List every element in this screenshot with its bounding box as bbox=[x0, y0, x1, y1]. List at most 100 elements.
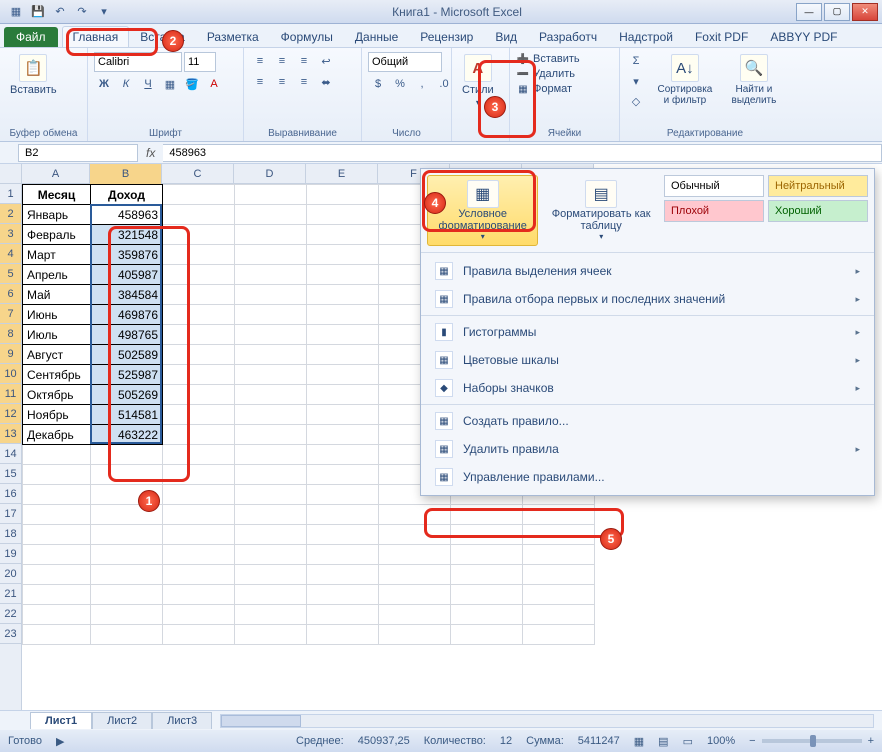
conditional-formatting-button[interactable]: ▦ Условное форматирование▾ bbox=[427, 175, 538, 246]
cell-F19[interactable] bbox=[379, 545, 451, 565]
cell-A17[interactable] bbox=[23, 505, 91, 525]
cell-D18[interactable] bbox=[235, 525, 307, 545]
cell-H18[interactable] bbox=[523, 525, 595, 545]
cell-B11[interactable]: 505269 bbox=[91, 385, 163, 405]
cell-C22[interactable] bbox=[163, 605, 235, 625]
undo-icon[interactable]: ↶ bbox=[52, 4, 68, 20]
cell-C13[interactable] bbox=[163, 425, 235, 445]
clear-button[interactable]: ◇ bbox=[626, 92, 646, 110]
menu-topbottom-rules[interactable]: ▦Правила отбора первых и последних значе… bbox=[421, 285, 874, 313]
cell-A18[interactable] bbox=[23, 525, 91, 545]
align-bot-button[interactable]: ≡ bbox=[294, 52, 314, 70]
tab-addins[interactable]: Надстрой bbox=[608, 26, 684, 47]
number-format-select[interactable] bbox=[368, 52, 442, 72]
row-header-12[interactable]: 12 bbox=[0, 404, 21, 424]
cell-A21[interactable] bbox=[23, 585, 91, 605]
cell-D19[interactable] bbox=[235, 545, 307, 565]
cell-E21[interactable] bbox=[307, 585, 379, 605]
cell-H21[interactable] bbox=[523, 585, 595, 605]
cell-E6[interactable] bbox=[307, 285, 379, 305]
cell-G19[interactable] bbox=[451, 545, 523, 565]
cell-D5[interactable] bbox=[235, 265, 307, 285]
tab-developer[interactable]: Разработч bbox=[528, 26, 608, 47]
row-header-17[interactable]: 17 bbox=[0, 504, 21, 524]
cell-A20[interactable] bbox=[23, 565, 91, 585]
cell-A2[interactable]: Январь bbox=[23, 205, 91, 225]
cell-G21[interactable] bbox=[451, 585, 523, 605]
cell-C5[interactable] bbox=[163, 265, 235, 285]
col-header-c[interactable]: C bbox=[162, 164, 234, 184]
cell-D9[interactable] bbox=[235, 345, 307, 365]
align-mid-button[interactable]: ≡ bbox=[272, 52, 292, 70]
zoom-slider[interactable]: −+ bbox=[749, 735, 874, 747]
menu-highlight-rules[interactable]: ▦Правила выделения ячеек▸ bbox=[421, 257, 874, 285]
horizontal-scrollbar[interactable] bbox=[220, 714, 874, 728]
cell-A1[interactable]: Месяц bbox=[23, 185, 91, 205]
cell-D15[interactable] bbox=[235, 465, 307, 485]
menu-new-rule[interactable]: ▦Создать правило... bbox=[421, 407, 874, 435]
cell-B13[interactable]: 463222 bbox=[91, 425, 163, 445]
cell-D2[interactable] bbox=[235, 205, 307, 225]
percent-button[interactable]: % bbox=[390, 75, 410, 93]
row-header-22[interactable]: 22 bbox=[0, 604, 21, 624]
cell-E3[interactable] bbox=[307, 225, 379, 245]
cell-A8[interactable]: Июль bbox=[23, 325, 91, 345]
row-header-5[interactable]: 5 bbox=[0, 264, 21, 284]
cell-B19[interactable] bbox=[91, 545, 163, 565]
cell-E9[interactable] bbox=[307, 345, 379, 365]
sheet-tab-1[interactable]: Лист1 bbox=[30, 712, 92, 729]
cell-B4[interactable]: 359876 bbox=[91, 245, 163, 265]
cell-B15[interactable] bbox=[91, 465, 163, 485]
cell-C21[interactable] bbox=[163, 585, 235, 605]
cell-D8[interactable] bbox=[235, 325, 307, 345]
row-header-4[interactable]: 4 bbox=[0, 244, 21, 264]
cell-E15[interactable] bbox=[307, 465, 379, 485]
cell-E16[interactable] bbox=[307, 485, 379, 505]
cell-E5[interactable] bbox=[307, 265, 379, 285]
cell-C19[interactable] bbox=[163, 545, 235, 565]
cell-A11[interactable]: Октябрь bbox=[23, 385, 91, 405]
cell-C10[interactable] bbox=[163, 365, 235, 385]
maximize-button[interactable]: ▢ bbox=[824, 3, 850, 21]
cell-E1[interactable] bbox=[307, 185, 379, 205]
menu-databars[interactable]: ▮Гистограммы▸ bbox=[421, 318, 874, 346]
cell-E23[interactable] bbox=[307, 625, 379, 645]
col-header-a[interactable]: A bbox=[22, 164, 90, 184]
cell-C17[interactable] bbox=[163, 505, 235, 525]
cell-C9[interactable] bbox=[163, 345, 235, 365]
cell-G22[interactable] bbox=[451, 605, 523, 625]
cell-C1[interactable] bbox=[163, 185, 235, 205]
cell-B7[interactable]: 469876 bbox=[91, 305, 163, 325]
formula-input[interactable] bbox=[163, 144, 882, 162]
cell-A19[interactable] bbox=[23, 545, 91, 565]
row-header-21[interactable]: 21 bbox=[0, 584, 21, 604]
cell-F21[interactable] bbox=[379, 585, 451, 605]
cell-B6[interactable]: 384584 bbox=[91, 285, 163, 305]
redo-icon[interactable]: ↷ bbox=[74, 4, 90, 20]
col-header-b[interactable]: B bbox=[90, 164, 162, 184]
cell-D20[interactable] bbox=[235, 565, 307, 585]
tab-data[interactable]: Данные bbox=[344, 26, 409, 47]
cell-A6[interactable]: Май bbox=[23, 285, 91, 305]
row-header-13[interactable]: 13 bbox=[0, 424, 21, 444]
font-color-button[interactable]: A bbox=[204, 75, 224, 93]
col-header-d[interactable]: D bbox=[234, 164, 306, 184]
cell-D1[interactable] bbox=[235, 185, 307, 205]
cell-D7[interactable] bbox=[235, 305, 307, 325]
cell-E2[interactable] bbox=[307, 205, 379, 225]
cell-E10[interactable] bbox=[307, 365, 379, 385]
cell-C8[interactable] bbox=[163, 325, 235, 345]
row-header-8[interactable]: 8 bbox=[0, 324, 21, 344]
scroll-thumb[interactable] bbox=[221, 715, 301, 727]
align-right-button[interactable]: ≡ bbox=[294, 73, 314, 91]
tab-formulas[interactable]: Формулы bbox=[270, 26, 344, 47]
menu-iconsets[interactable]: ◆Наборы значков▸ bbox=[421, 374, 874, 402]
view-normal-icon[interactable]: ▦ bbox=[634, 735, 644, 748]
row-header-9[interactable]: 9 bbox=[0, 344, 21, 364]
cell-C12[interactable] bbox=[163, 405, 235, 425]
cell-D11[interactable] bbox=[235, 385, 307, 405]
cells-insert-button[interactable]: ➕Вставить bbox=[516, 52, 580, 66]
cell-C20[interactable] bbox=[163, 565, 235, 585]
cell-E19[interactable] bbox=[307, 545, 379, 565]
autosum-button[interactable]: Σ bbox=[626, 52, 646, 70]
